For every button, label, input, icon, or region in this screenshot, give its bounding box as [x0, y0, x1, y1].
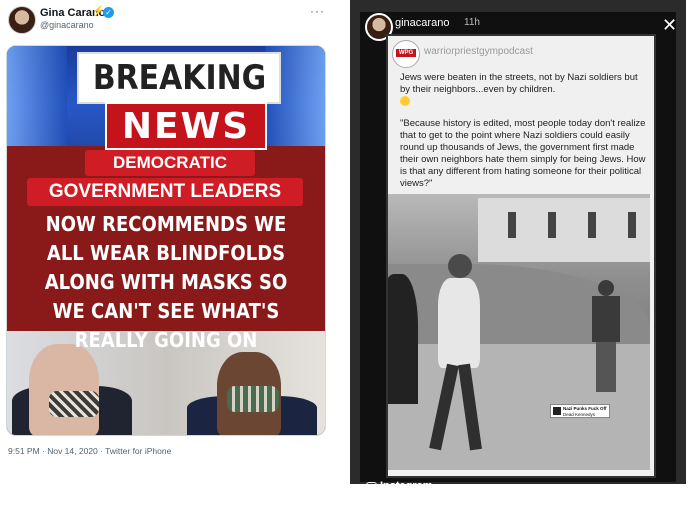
- image-headline: NOW RECOMMENDS WE ALL WEAR BLINDFOLDS AL…: [44, 212, 288, 352]
- image-line2: GOVERNMENT LEADERS: [27, 178, 303, 206]
- close-icon[interactable]: ✕: [662, 15, 677, 36]
- music-sticker[interactable]: Nazi Punks Fuck Off Dead Kennedys: [550, 404, 610, 418]
- podcast-logo: WPG: [392, 40, 420, 68]
- breaking-box: BREAKING: [77, 52, 281, 104]
- boy-head: [598, 280, 614, 296]
- podcast-badge: WPG: [396, 49, 416, 57]
- woman-figure: [428, 254, 486, 454]
- instagram-icon: [366, 482, 377, 493]
- sad-face-icon: [400, 96, 410, 106]
- mask-right: [227, 386, 279, 412]
- building: [478, 198, 650, 262]
- woman-leg: [458, 363, 482, 451]
- figure-left: [388, 274, 418, 404]
- post-caption: Jews were beaten in the streets, not by …: [400, 72, 648, 198]
- woman-leg: [429, 363, 459, 451]
- story-frame: ginacarano 11h ✕ WPG warriorpriestgympod…: [360, 12, 677, 493]
- boy-body: [592, 296, 620, 342]
- boy-legs: [596, 342, 616, 392]
- instagram-label: Instagram: [380, 480, 433, 492]
- boy-figure: [588, 280, 624, 400]
- window: [628, 212, 636, 238]
- tweet-timestamp[interactable]: 9:51 PM · Nov 14, 2020 · Twitter for iPh…: [8, 446, 171, 456]
- mask-left: [49, 391, 99, 417]
- verified-icon: ✓: [103, 7, 114, 18]
- tweet-image[interactable]: BREAKING NEWS DEMOCRATIC GOVERNMENT LEAD…: [6, 45, 326, 436]
- window: [548, 212, 556, 238]
- instagram-story-panel: ginacarano 11h ✕ WPG warriorpriestgympod…: [350, 0, 686, 493]
- window: [508, 212, 516, 238]
- image-line1: DEMOCRATIC: [85, 150, 255, 176]
- woman-body: [438, 278, 480, 368]
- breaking-text: BREAKING: [92, 58, 266, 98]
- news-text: NEWS: [121, 105, 251, 147]
- caption-paragraph-1: Jews were beaten in the streets, not by …: [400, 72, 638, 95]
- person-left-head: [29, 344, 99, 435]
- news-box: NEWS: [105, 102, 267, 150]
- tweet-handle[interactable]: @ginacarano: [40, 20, 94, 30]
- embed-handle: warriorpriestgympodcast: [424, 46, 533, 57]
- tweet-panel: Gina Carano ⚡ ✓ @ginacarano ··· BREAKING…: [0, 0, 338, 470]
- historical-photo: Nazi Punks Fuck Off Dead Kennedys: [388, 194, 650, 470]
- more-options-icon[interactable]: ···: [310, 4, 325, 18]
- woman-head: [448, 254, 472, 278]
- avatar[interactable]: [8, 6, 36, 34]
- story-time: 11h: [464, 17, 480, 28]
- caption-paragraph-2: "Because history is edited, most people …: [400, 118, 646, 189]
- reposted-post-card[interactable]: WPG warriorpriestgympodcast Jews were be…: [386, 34, 656, 478]
- story-username[interactable]: ginacarano: [395, 17, 449, 29]
- window: [588, 212, 596, 238]
- sticker-subtitle: Dead Kennedys: [563, 412, 596, 417]
